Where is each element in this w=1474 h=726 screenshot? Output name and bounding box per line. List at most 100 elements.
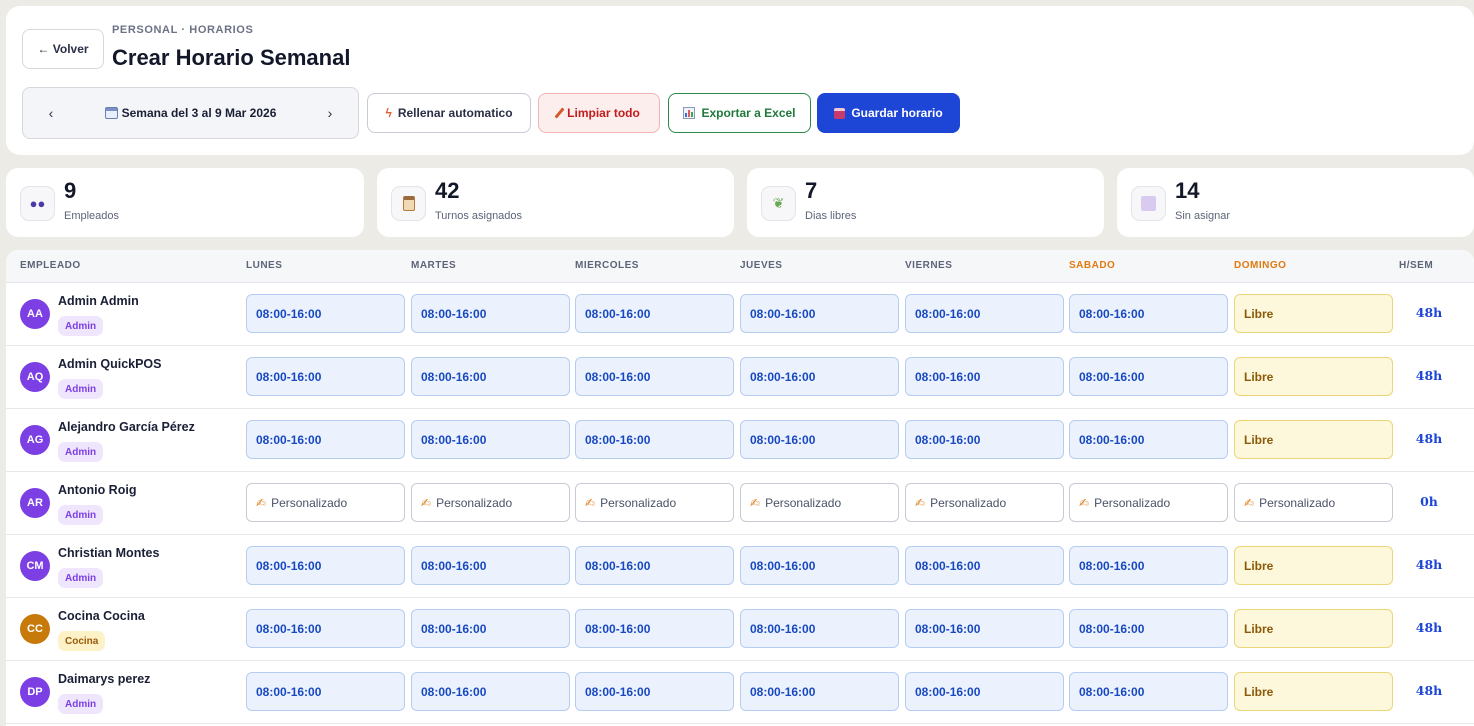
back-button[interactable]: ← Volver: [22, 29, 104, 69]
shift-cell-sunday[interactable]: Libre: [1234, 672, 1393, 711]
writing-hand-icon: ✍: [750, 495, 761, 510]
shift-cell-tuesday[interactable]: ✍ Personalizado: [411, 483, 570, 522]
writing-hand-icon: ✍: [256, 495, 267, 510]
shift-cell-wednesday[interactable]: ✍ Personalizado: [575, 483, 734, 522]
writing-hand-icon: ✍: [585, 495, 596, 510]
column-header-monday: LUNES: [246, 260, 283, 271]
shift-cell-thursday[interactable]: 08:00-16:00: [740, 420, 899, 459]
shift-cell-wednesday[interactable]: 08:00-16:00: [575, 420, 734, 459]
shift-cell-thursday[interactable]: 08:00-16:00: [740, 672, 899, 711]
shift-cell-monday[interactable]: 08:00-16:00: [246, 420, 405, 459]
shift-cell-saturday[interactable]: 08:00-16:00: [1069, 294, 1228, 333]
table-row: CM Christian Montes Admin 08:00-16:00 08:00-…: [6, 535, 1474, 598]
shift-cell-friday[interactable]: ✍ Personalizado: [905, 483, 1064, 522]
shift-cell-saturday[interactable]: 08:00-16:00: [1069, 672, 1228, 711]
shift-cell-thursday[interactable]: ✍ Personalizado: [740, 483, 899, 522]
shift-cell-friday[interactable]: 08:00-16:00: [905, 672, 1064, 711]
column-header-wednesday: MIERCOLES: [575, 260, 639, 271]
shift-cell-sunday[interactable]: ✍ Personalizado: [1234, 483, 1393, 522]
shift-cell-tuesday[interactable]: 08:00-16:00: [411, 672, 570, 711]
shift-cell-friday[interactable]: 08:00-16:00: [905, 609, 1064, 648]
shift-cell-text: 08:00-16:00: [750, 621, 816, 636]
shift-cell-thursday[interactable]: 08:00-16:00: [740, 357, 899, 396]
shift-cell-wednesday[interactable]: 08:00-16:00: [575, 294, 734, 333]
clear-all-label: Limpiar todo: [567, 106, 640, 120]
shift-cell-wednesday[interactable]: 08:00-16:00: [575, 357, 734, 396]
shift-cell-friday[interactable]: 08:00-16:00: [905, 420, 1064, 459]
shift-cell-saturday[interactable]: 08:00-16:00: [1069, 357, 1228, 396]
clear-all-button[interactable]: Limpiar todo: [538, 93, 660, 133]
shift-cell-tuesday[interactable]: 08:00-16:00: [411, 609, 570, 648]
shift-cell-text: 08:00-16:00: [915, 306, 981, 321]
auto-fill-button[interactable]: ϟ Rellenar automatico: [367, 93, 531, 133]
shift-cell-sunday[interactable]: Libre: [1234, 546, 1393, 585]
shift-cell-text: 08:00-16:00: [750, 558, 816, 573]
shift-cell-text: 08:00-16:00: [256, 306, 322, 321]
column-header-weekly-hours: H/SEM: [1399, 260, 1434, 271]
week-label: Semana del 3 al 9 Mar 2026: [104, 106, 276, 120]
shift-cell-thursday[interactable]: 08:00-16:00: [740, 546, 899, 585]
weekly-hours: 48h: [1415, 368, 1443, 383]
employee-name: Alejandro García Pérez: [58, 420, 195, 434]
shift-cell-text: Libre: [1244, 558, 1274, 573]
shift-cell-saturday[interactable]: ✍ Personalizado: [1069, 483, 1228, 522]
employee-name: Antonio Roig: [58, 483, 137, 497]
shift-cell-saturday[interactable]: 08:00-16:00: [1069, 546, 1228, 585]
employee-name: Admin Admin: [58, 294, 139, 308]
shift-cell-thursday[interactable]: 08:00-16:00: [740, 609, 899, 648]
shift-cell-friday[interactable]: 08:00-16:00: [905, 546, 1064, 585]
shift-cell-tuesday[interactable]: 08:00-16:00: [411, 294, 570, 333]
prev-week-button[interactable]: ‹: [43, 105, 59, 121]
shift-cell-sunday[interactable]: Libre: [1234, 294, 1393, 333]
avatar: AR: [20, 488, 50, 518]
shift-cell-text: 08:00-16:00: [585, 306, 651, 321]
role-badge: Admin: [58, 568, 104, 588]
table-row: AQ Admin QuickPOS Admin 08:00-16:00 08:00-16…: [6, 346, 1474, 409]
stat-card-days-off: ❦ 7 Dias libres: [747, 168, 1104, 237]
leaf-icon: ❦: [761, 186, 796, 221]
shift-cell-wednesday[interactable]: 08:00-16:00: [575, 546, 734, 585]
shift-cell-sunday[interactable]: Libre: [1234, 357, 1393, 396]
stat-label: Empleados: [64, 210, 120, 222]
stat-value: 9: [64, 178, 77, 203]
shift-cell-monday[interactable]: 08:00-16:00: [246, 294, 405, 333]
shift-cell-text: 08:00-16:00: [585, 432, 651, 447]
avatar: CC: [20, 614, 50, 644]
shift-cell-text: 08:00-16:00: [585, 684, 651, 699]
avatar: CM: [20, 551, 50, 581]
shift-cell-saturday[interactable]: 08:00-16:00: [1069, 609, 1228, 648]
shift-cell-text: 08:00-16:00: [915, 558, 981, 573]
shift-cell-monday[interactable]: 08:00-16:00: [246, 672, 405, 711]
next-week-button[interactable]: ›: [322, 105, 338, 121]
weekly-hours: 0h: [1420, 494, 1438, 509]
shift-cell-saturday[interactable]: 08:00-16:00: [1069, 420, 1228, 459]
shift-cell-friday[interactable]: 08:00-16:00: [905, 357, 1064, 396]
shift-cell-tuesday[interactable]: 08:00-16:00: [411, 420, 570, 459]
shift-cell-wednesday[interactable]: 08:00-16:00: [575, 609, 734, 648]
shift-cell-wednesday[interactable]: 08:00-16:00: [575, 672, 734, 711]
shift-cell-tuesday[interactable]: 08:00-16:00: [411, 546, 570, 585]
save-schedule-button[interactable]: Guardar horario: [817, 93, 960, 133]
column-header-saturday: SABADO: [1069, 260, 1116, 271]
stat-value: 14: [1175, 178, 1200, 203]
shift-cell-text: 08:00-16:00: [750, 306, 816, 321]
table-header: EMPLEADO LUNES MARTES MIERCOLES JUEVES V…: [6, 250, 1474, 283]
shift-cell-monday[interactable]: 08:00-16:00: [246, 546, 405, 585]
writing-hand-icon: ✍: [1079, 495, 1090, 510]
clipboard-icon: [391, 186, 426, 221]
shift-cell-text: 08:00-16:00: [421, 432, 487, 447]
shift-cell-sunday[interactable]: Libre: [1234, 420, 1393, 459]
avatar: AA: [20, 299, 50, 329]
shift-cell-friday[interactable]: 08:00-16:00: [905, 294, 1064, 333]
shift-cell-monday[interactable]: 08:00-16:00: [246, 609, 405, 648]
shift-cell-monday[interactable]: ✍ Personalizado: [246, 483, 405, 522]
avatar: AQ: [20, 362, 50, 392]
shift-cell-monday[interactable]: 08:00-16:00: [246, 357, 405, 396]
shift-cell-text: Personalizado: [1259, 495, 1336, 510]
shift-cell-thursday[interactable]: 08:00-16:00: [740, 294, 899, 333]
shift-cell-tuesday[interactable]: 08:00-16:00: [411, 357, 570, 396]
shift-cell-sunday[interactable]: Libre: [1234, 609, 1393, 648]
stat-value: 42: [435, 178, 460, 203]
export-excel-button[interactable]: Exportar a Excel: [668, 93, 811, 133]
stat-value: 7: [805, 178, 818, 203]
